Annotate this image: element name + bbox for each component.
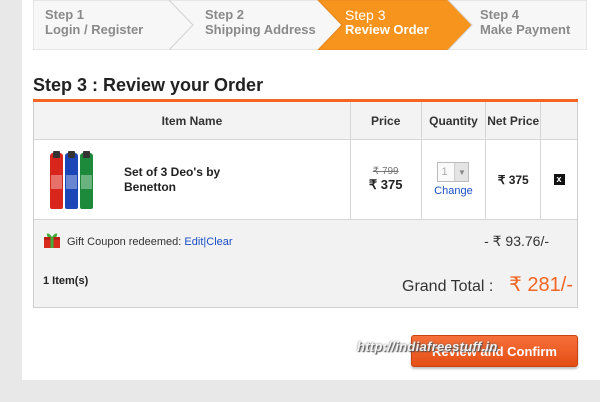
step-login[interactable]: Step 1 Login / Register	[45, 0, 143, 50]
step-title: Login / Register	[45, 22, 144, 37]
coupon-label: Gift Coupon redeemed:	[67, 236, 182, 248]
net-price: ₹ 375	[497, 172, 529, 187]
grand-total-value: ₹ 281/-	[509, 274, 573, 296]
header-quantity: Quantity	[422, 102, 487, 139]
quantity-cell: 1 ▼ Change	[422, 140, 487, 219]
step-shipping[interactable]: Step 2 Shipping Address	[205, 0, 316, 50]
items-count: 1 Item(s)	[43, 275, 89, 287]
coupon-discount: - ₹ 93.76/-	[484, 233, 549, 249]
step-title: Review Order	[345, 22, 429, 37]
original-price: ₹ 799	[372, 166, 399, 177]
header-net-price: Net Price	[486, 102, 542, 139]
blue-bottle	[65, 150, 78, 209]
step-title: Make Payment	[480, 22, 571, 37]
gift-icon	[44, 233, 60, 248]
table-row: Set of 3 Deo's by Benetton ₹ 799 ₹ 375 1…	[34, 140, 577, 220]
order-table: Item Name Price Quantity Net Price Set o…	[33, 102, 578, 308]
quantity-select[interactable]: 1 ▼	[437, 162, 470, 182]
product-image[interactable]	[48, 149, 106, 211]
item-cell: Set of 3 Deo's by Benetton	[34, 140, 351, 219]
quantity-value: 1	[441, 166, 448, 178]
header-remove	[541, 102, 577, 139]
step-number: Step 1	[45, 7, 85, 22]
price-cell: ₹ 799 ₹ 375	[351, 140, 422, 219]
step-payment: Step 4 Make Payment	[480, 0, 570, 50]
review-confirm-button[interactable]: Review and Confirm	[411, 335, 578, 367]
step-number: Step 3	[345, 7, 386, 23]
header-price: Price	[351, 102, 422, 139]
table-header: Item Name Price Quantity Net Price	[34, 102, 577, 140]
step-title: Shipping Address	[205, 22, 316, 37]
remove-item-button[interactable]: x	[553, 174, 565, 185]
step-number: Step 2	[205, 7, 245, 22]
product-name[interactable]: Set of 3 Deo's by Benetton	[124, 165, 244, 195]
order-summary: Gift Coupon redeemed: Edit|Clear - ₹ 93.…	[34, 220, 577, 307]
page-title: Step 3 : Review your Order	[33, 75, 264, 95]
red-bottle	[50, 150, 63, 209]
grand-total-label: Grand Total :	[402, 278, 494, 295]
net-price-cell: ₹ 375	[486, 140, 542, 219]
discounted-price: ₹ 375	[368, 177, 403, 192]
chevron-down-icon[interactable]: ▼	[454, 163, 469, 181]
clear-coupon-link[interactable]: Clear	[206, 236, 232, 248]
step-number: Step 4	[480, 7, 520, 22]
change-quantity-link[interactable]: Change	[434, 185, 473, 197]
remove-cell: x	[541, 140, 577, 219]
header-item-name: Item Name	[34, 102, 351, 139]
coupon-text: Gift Coupon redeemed: Edit|Clear	[67, 236, 233, 248]
step-review: Step 3 Review Order	[345, 0, 429, 50]
checkout-steps: Step 1 Login / Register Step 2 Shipping …	[33, 0, 587, 50]
edit-coupon-link[interactable]: Edit	[184, 236, 203, 248]
green-bottle	[80, 150, 93, 209]
